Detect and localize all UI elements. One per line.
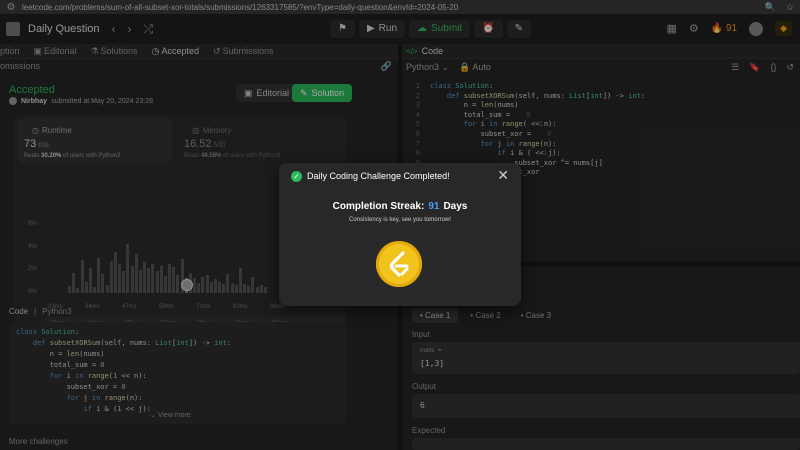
check-circle-icon: ✓ [291,171,302,182]
leetcode-coin-icon [376,241,422,287]
modal-title: Daily Coding Challenge Completed! [307,171,450,181]
streak-value: 91 [428,201,440,212]
completion-streak: Completion Streak: 91 Days [279,201,521,212]
daily-challenge-modal: ✓ Daily Coding Challenge Completed! ✕ Co… [279,163,521,306]
streak-unit: Days [443,201,468,212]
modal-tagline: Consistency is key, see you tomorrow! [349,217,451,223]
streak-label: Completion Streak: [332,201,425,212]
close-icon[interactable]: ✕ [497,167,509,184]
